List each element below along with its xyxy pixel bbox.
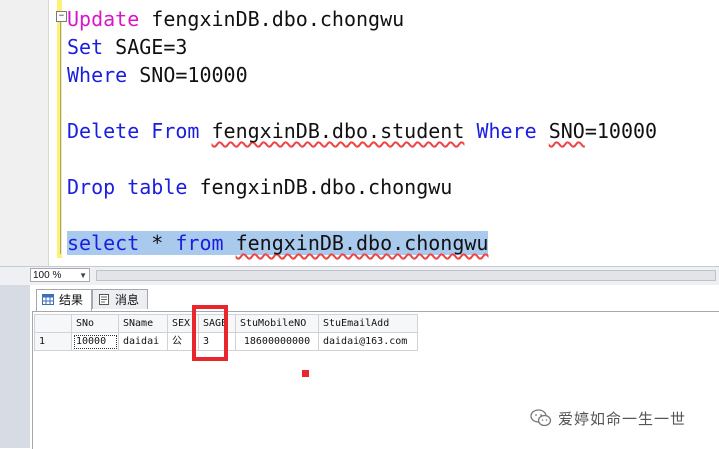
horizontal-scrollbar[interactable] [96, 270, 716, 281]
selected-text: select * from fengxinDB.dbo.chongwu [67, 231, 489, 255]
code-text-squiggle: SNO [548, 119, 585, 143]
row-number[interactable]: 1 [34, 332, 72, 351]
zoom-bar: 100 % ▼ [0, 266, 719, 286]
keyword: Where [476, 119, 537, 143]
code-line-update[interactable]: Update fengxinDB.dbo.chongwu [67, 6, 404, 32]
keyword: Drop [67, 175, 116, 199]
keyword: table [127, 175, 188, 199]
column-header[interactable]: StuMobileNO [235, 314, 319, 333]
code-line-drop[interactable]: Drop table fengxinDB.dbo.chongwu [67, 174, 452, 200]
sql-editor[interactable]: − Update fengxinDB.dbo.chongwu Set SAGE=… [0, 0, 719, 266]
wechat-icon [530, 409, 552, 427]
keyword: Set [67, 35, 104, 59]
tab-messages-label: 消息 [115, 293, 140, 307]
results-left-margin [0, 285, 30, 448]
highlight-annotation-box [192, 305, 228, 361]
table-cell[interactable]: 18600000000 [235, 332, 319, 351]
code-line-where[interactable]: Where SNO=10000 [67, 62, 248, 88]
column-header[interactable]: StuEmailAdd [318, 314, 418, 333]
keyword: from [175, 231, 224, 255]
collapse-icon[interactable]: − [56, 11, 67, 22]
code-text: SAGE=3 [103, 35, 188, 59]
code-line-delete[interactable]: Delete From fengxinDB.dbo.student Where … [67, 118, 657, 144]
tab-messages[interactable]: 消息 [92, 289, 148, 309]
row-header-corner[interactable] [34, 314, 72, 333]
code-text: SNO=10000 [127, 63, 248, 87]
code-line-set[interactable]: Set SAGE=3 [67, 34, 187, 60]
tab-results[interactable]: 结果 [36, 289, 92, 311]
tab-results-label: 结果 [59, 293, 84, 307]
code-text-squiggle: fengxinDB.dbo.student [211, 119, 465, 143]
gutter-margin [49, 0, 57, 258]
grid-icon [42, 294, 54, 305]
outline-line [60, 16, 61, 254]
keyword: select [67, 231, 140, 255]
table-cell[interactable]: 10000 [71, 332, 119, 351]
code-text-squiggle: fengxinDB.dbo.chongwu [235, 231, 489, 255]
watermark: 爱婷如命一生一世 [530, 405, 686, 431]
watermark-text: 爱婷如命一生一世 [558, 409, 687, 428]
code-text: fengxinDB.dbo.chongwu [139, 7, 405, 31]
zoom-select[interactable]: 100 % ▼ [30, 268, 90, 282]
code-text: =10000 [584, 119, 658, 143]
keyword: Where [67, 63, 128, 87]
keyword: Update [67, 7, 140, 31]
table-cell[interactable]: daidai@163.com [318, 332, 418, 351]
code-text: * [139, 231, 176, 255]
table-cell[interactable]: daidai [118, 332, 168, 351]
code-text: fengxinDB.dbo.chongwu [187, 175, 453, 199]
keyword: From [151, 119, 200, 143]
code-line-select[interactable]: select * from fengxinDB.dbo.chongwu [67, 230, 489, 256]
line-gutter [0, 0, 49, 266]
chevron-down-icon: ▼ [79, 271, 87, 280]
message-icon [99, 294, 109, 305]
column-header[interactable]: SName [118, 314, 168, 333]
annotation-dot [302, 370, 309, 377]
zoom-value: 100 % [33, 270, 62, 281]
keyword: Delete [67, 119, 140, 143]
column-header[interactable]: SNo [71, 314, 119, 333]
